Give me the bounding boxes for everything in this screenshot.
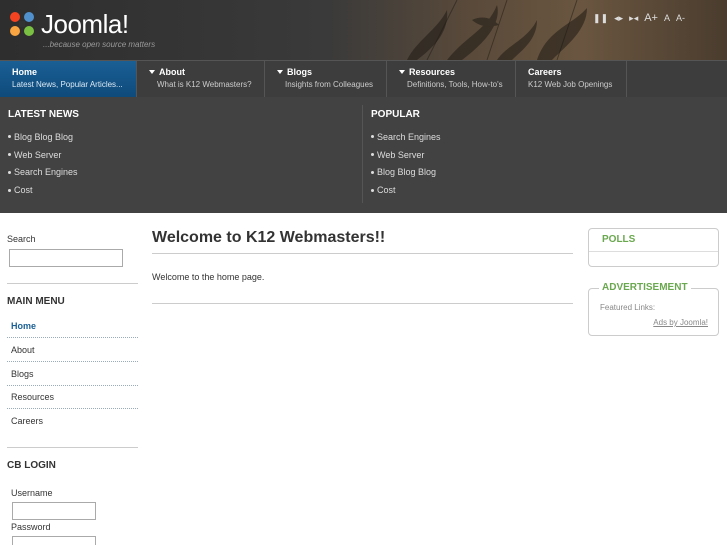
nav-item-about[interactable]: About What is K12 Webmasters? — [137, 61, 265, 98]
latest-news-module: LATEST NEWS Blog Blog Blog Web Server Se… — [8, 109, 79, 199]
bullet-icon — [371, 153, 374, 157]
decorative-leaves-image — [407, 0, 587, 60]
divider — [589, 251, 718, 252]
featured-links-label: Featured Links: — [600, 303, 656, 312]
ads-by-joomla-link[interactable]: Ads by Joomla! — [653, 318, 708, 327]
nav-subtitle: Definitions, Tools, How-to's — [407, 80, 503, 89]
page-body-text: Welcome to the home page. — [152, 272, 265, 282]
bullet-icon — [8, 188, 11, 192]
nav-subtitle: Insights from Colleagues — [285, 80, 374, 89]
popular-title: POPULAR — [371, 109, 420, 120]
page-title: Welcome to K12 Webmasters!! — [152, 229, 386, 246]
search-input[interactable] — [9, 249, 123, 267]
link-text: Cost — [377, 185, 396, 196]
nav-item-home[interactable]: Home Latest News, Popular Articles... — [0, 61, 137, 98]
latest-news-item[interactable]: Cost — [8, 181, 79, 199]
nav-item-careers[interactable]: Careers K12 Web Job Openings — [516, 61, 627, 98]
password-field[interactable] — [12, 536, 96, 545]
bullet-icon — [371, 170, 374, 174]
search-label: Search — [7, 234, 36, 244]
bullet-icon — [8, 153, 11, 157]
username-field[interactable] — [12, 502, 96, 520]
nav-title: Resources — [409, 67, 456, 77]
font-reset-button[interactable]: A — [664, 13, 670, 23]
nav-item-resources[interactable]: Resources Definitions, Tools, How-to's — [387, 61, 516, 98]
username-label: Username — [11, 488, 53, 498]
link-text: Web Server — [377, 149, 425, 160]
advertisement-module: ADVERTISEMENT Featured Links: Ads by Joo… — [588, 282, 719, 336]
nav-title: Blogs — [287, 67, 313, 77]
nav-item-blogs[interactable]: Blogs Insights from Colleagues — [265, 61, 387, 98]
divider — [152, 253, 573, 254]
link-text: Search Engines — [377, 131, 441, 142]
link-text: Web Server — [14, 149, 62, 160]
latest-news-item[interactable]: Web Server — [8, 146, 79, 164]
link-text: Blog Blog Blog — [14, 131, 74, 142]
header-controls: ❚❚ ◂▸ ▸◂ A+ A A- — [593, 12, 685, 24]
popular-item[interactable]: Search Engines — [371, 128, 441, 146]
chevron-down-icon — [399, 70, 405, 74]
main-navigation: Home Latest News, Popular Articles... Ab… — [0, 60, 727, 98]
nav-title: Home — [12, 67, 38, 77]
nav-subtitle: K12 Web Job Openings — [528, 80, 613, 89]
password-label: Password — [11, 522, 51, 532]
site-header: Joomla! ...because open source matters ❚… — [0, 0, 727, 60]
link-text: Search Engines — [14, 167, 78, 178]
divider — [362, 105, 363, 203]
popular-item[interactable]: Cost — [371, 181, 441, 199]
logo-text: Joomla! — [41, 9, 129, 39]
divider — [7, 283, 138, 284]
polls-title: POLLS — [599, 234, 639, 245]
shrink-width-icon[interactable]: ▸◂ — [629, 13, 638, 24]
expand-width-icon[interactable]: ◂▸ — [614, 13, 623, 24]
joomla-logo[interactable]: Joomla! — [6, 8, 129, 40]
cb-login-title: CB LOGIN — [7, 460, 56, 471]
bullet-icon — [371, 135, 374, 139]
bullet-icon — [371, 188, 374, 192]
advertisement-title: ADVERTISEMENT — [599, 282, 691, 293]
divider — [7, 447, 138, 448]
joomla-logo-icon — [10, 12, 34, 36]
link-text: Blog Blog Blog — [377, 167, 437, 178]
nav-subtitle: Latest News, Popular Articles... — [12, 80, 123, 89]
link-text: Cost — [14, 185, 33, 196]
font-decrease-button[interactable]: A- — [676, 13, 685, 23]
latest-news-item[interactable]: Blog Blog Blog — [8, 128, 79, 146]
menu-item-about[interactable]: About — [7, 338, 138, 362]
popular-item[interactable]: Blog Blog Blog — [371, 164, 441, 182]
popular-item[interactable]: Web Server — [371, 146, 441, 164]
nav-title: About — [159, 67, 185, 77]
nav-subtitle: What is K12 Webmasters? — [157, 80, 252, 89]
popular-module: POPULAR Search Engines Web Server Blog B… — [371, 109, 441, 199]
site-tagline: ...because open source matters — [43, 40, 156, 49]
showcase-band: LATEST NEWS Blog Blog Blog Web Server Se… — [0, 97, 727, 213]
bullet-icon — [8, 135, 11, 139]
menu-item-resources[interactable]: Resources — [7, 385, 138, 409]
menu-item-careers[interactable]: Careers — [7, 409, 138, 433]
latest-news-title: LATEST NEWS — [8, 109, 79, 120]
bullet-icon — [8, 170, 11, 174]
polls-module: POLLS — [588, 228, 719, 267]
font-increase-button[interactable]: A+ — [644, 12, 658, 24]
latest-news-item[interactable]: Search Engines — [8, 164, 79, 182]
divider — [152, 303, 573, 304]
pause-icon[interactable]: ❚❚ — [593, 13, 608, 24]
main-menu-title: MAIN MENU — [7, 296, 65, 307]
chevron-down-icon — [277, 70, 283, 74]
menu-item-home[interactable]: Home — [7, 314, 138, 338]
nav-title: Careers — [528, 67, 562, 77]
menu-item-blogs[interactable]: Blogs — [7, 362, 138, 386]
chevron-down-icon — [149, 70, 155, 74]
